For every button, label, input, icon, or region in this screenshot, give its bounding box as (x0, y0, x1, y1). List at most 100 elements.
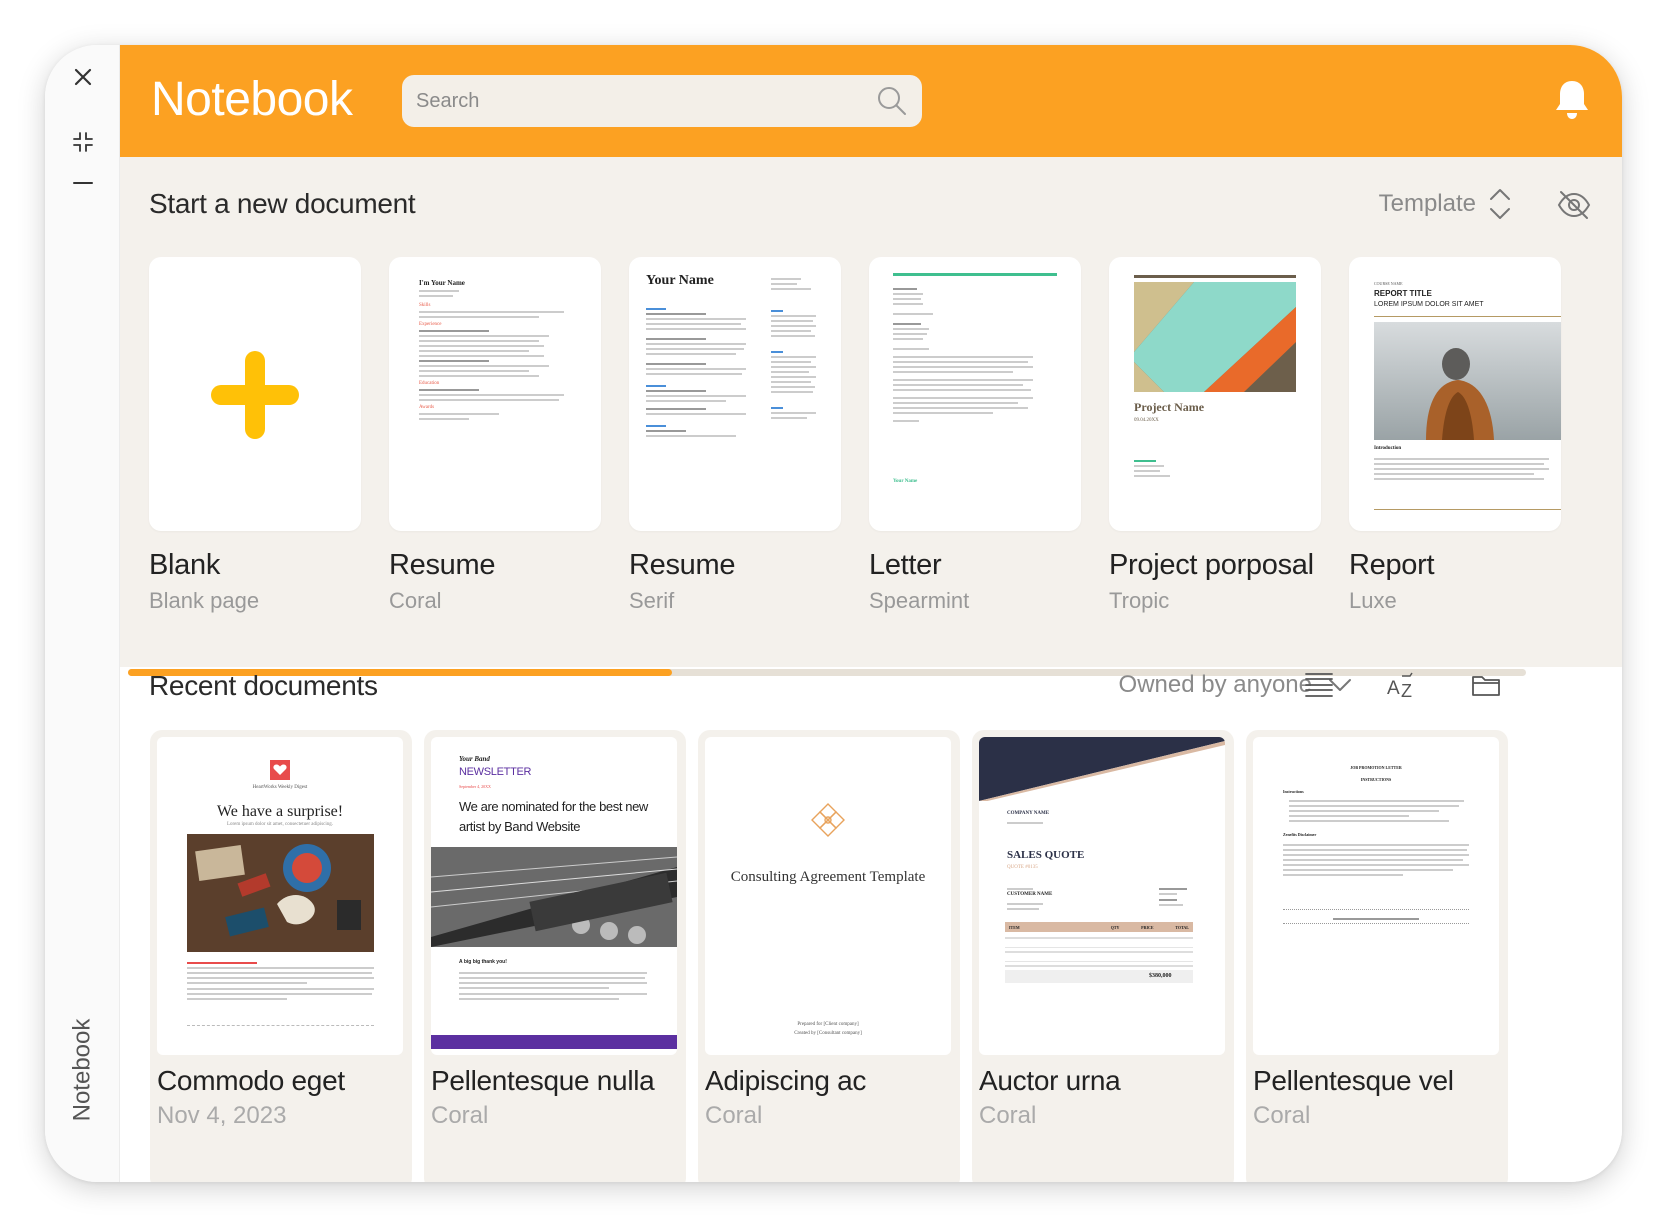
hide-icon[interactable] (1556, 187, 1592, 223)
app-window: Notebook Notebook Start a new document T… (45, 45, 1622, 1182)
rail-app-label: Notebook (68, 1018, 95, 1122)
bell-icon[interactable] (1552, 78, 1592, 122)
letter-section: Instructions (1283, 789, 1304, 794)
template-card-project-tropic[interactable]: Project Name 09.04.20XX Project porposal… (1109, 257, 1321, 614)
quote-column: QTY (1110, 924, 1120, 930)
sort-az-icon[interactable]: A Z (1386, 669, 1418, 701)
document-meta: Coral (705, 1102, 763, 1129)
window-rail: Notebook (45, 45, 120, 1182)
report-kicker: COURSE NAME (1374, 281, 1403, 286)
document-thumbnail: HeartWorks Weekly Digest We have a surpr… (157, 737, 403, 1055)
consulting-created-by: Created by [Consultant company] (794, 1031, 862, 1036)
project-heading: Project Name (1134, 400, 1205, 414)
template-thumbnail: Your Name (869, 257, 1081, 531)
quote-company: COMPANY NAME (1007, 811, 1050, 816)
document-name: Commodo eget (157, 1065, 345, 1096)
quote-total: $380,000 (1149, 973, 1172, 979)
template-name: Report (1349, 549, 1435, 581)
template-thumbnail: Your Name (629, 257, 841, 531)
document-meta: Coral (979, 1102, 1037, 1129)
resume-section: Awards (419, 405, 435, 410)
folder-icon[interactable] (1470, 669, 1502, 701)
quote-header-art (979, 737, 1225, 801)
template-style: Luxe (1349, 588, 1397, 613)
template-select[interactable]: Template (1379, 187, 1512, 221)
owner-filter-label: Owned by anyone (1118, 671, 1312, 698)
main-area: Notebook Start a new document Template (120, 45, 1622, 1182)
heart-logo-icon (270, 760, 290, 780)
svg-text:A: A (1387, 678, 1400, 699)
template-thumbnail: COURSE NAME REPORT TITLE LOREM IPSUM DOL… (1349, 257, 1561, 531)
close-icon[interactable] (63, 57, 103, 97)
template-style: Serif (629, 588, 675, 613)
search-icon[interactable] (876, 85, 908, 117)
template-name: Resume (389, 549, 496, 581)
sort-updown-icon (1490, 189, 1510, 219)
search-box (402, 75, 922, 127)
document-name: Auctor urna (979, 1065, 1121, 1096)
quote-column: PRICE (1141, 924, 1154, 930)
digest-photo (187, 834, 374, 952)
letter-section: Zenefits Disclaimer (1283, 832, 1317, 837)
digest-headline: We have a surprise! (216, 803, 344, 820)
minimize-icon[interactable] (63, 163, 103, 203)
document-name: Pellentesque vel (1253, 1065, 1454, 1096)
svg-text:Z: Z (1401, 681, 1412, 701)
list-view-icon[interactable] (1303, 669, 1335, 701)
report-title: REPORT TITLE (1374, 289, 1432, 298)
quote-number: QUOTE #0135 (1007, 865, 1038, 870)
newsletter-title: NEWSLETTER (459, 766, 532, 778)
digest-brand: HeartWorks Weekly Digest (252, 785, 308, 790)
resume-section: Experience (419, 322, 442, 327)
search-input[interactable] (416, 75, 856, 127)
template-card-letter-spearmint[interactable]: Your Name Letter Spearmint (869, 257, 1081, 614)
recent-document-card[interactable]: COMPANY NAME SALES QUOTE QUOTE #0135 CUS… (972, 730, 1234, 1182)
template-style: Blank page (149, 588, 260, 613)
document-name: Pellentesque nulla (431, 1065, 655, 1096)
template-name: Resume (629, 549, 736, 581)
resume-section: Skills (419, 303, 431, 308)
quote-column: ITEM (1009, 924, 1020, 930)
document-meta: Nov 4, 2023 (157, 1102, 287, 1129)
template-card-report-luxe[interactable]: COURSE NAME REPORT TITLE LOREM IPSUM DOL… (1349, 257, 1561, 614)
report-section: Introduction (1374, 446, 1402, 451)
document-meta: Coral (1253, 1102, 1311, 1129)
recent-document-card[interactable]: Your Band NEWSLETTER September 4, 20XX W… (424, 730, 686, 1182)
consulting-title: Consulting Agreement Template (730, 869, 926, 885)
template-style: Coral (389, 588, 442, 613)
recent-document-card[interactable]: JOB PROMOTION LETTER INSTRUCTIONS Instru… (1246, 730, 1508, 1182)
template-style: Tropic (1109, 588, 1170, 613)
template-thumbnail: I'm Your Name Skills Experience Educatio… (389, 257, 601, 531)
report-cover-photo (1374, 322, 1561, 440)
plus-icon (211, 351, 299, 439)
quote-title: SALES QUOTE (1007, 849, 1085, 861)
template-thumbnail: Project Name 09.04.20XX (1109, 257, 1321, 531)
recent-documents-title: Recent documents (149, 670, 378, 701)
recent-document-card[interactable]: HeartWorks Weekly Digest We have a surpr… (150, 730, 412, 1182)
document-meta: Coral (431, 1102, 489, 1129)
resume-section: Education (419, 381, 440, 386)
quote-customer: CUSTOMER NAME (1007, 892, 1053, 897)
recent-document-card[interactable]: Consulting Agreement Template Prepared f… (698, 730, 960, 1182)
template-thumbnail (149, 257, 361, 531)
quote-table-header: ITEM QTY PRICE TOTAL (1005, 922, 1193, 932)
report-subtitle: LOREM IPSUM DOLOR SIT AMET (1374, 301, 1484, 308)
collapse-icon[interactable] (63, 122, 103, 162)
resume-serif-heading: Your Name (646, 273, 714, 288)
app-title: Notebook (151, 73, 353, 126)
project-cover-art (1134, 282, 1296, 392)
template-name: Letter (869, 549, 942, 581)
newsletter-headline: We are nominated for the best new artist… (459, 799, 648, 834)
document-name: Adipiscing ac (705, 1065, 867, 1096)
quote-column: TOTAL (1175, 924, 1189, 930)
newsletter-date: September 4, 20XX (459, 784, 491, 789)
template-card-resume-serif[interactable]: Your Name Resume Serif (629, 257, 841, 614)
template-style: Spearmint (869, 588, 970, 613)
template-name: Blank (149, 549, 221, 581)
letter-signature: Your Name (893, 479, 918, 484)
template-card-blank[interactable]: Blank Blank page (149, 257, 361, 614)
ornament-icon (811, 803, 845, 837)
template-card-resume-coral[interactable]: I'm Your Name Skills Experience Educatio… (389, 257, 601, 614)
document-thumbnail: JOB PROMOTION LETTER INSTRUCTIONS Instru… (1253, 737, 1499, 1055)
newsletter-band: Your Band (459, 755, 490, 763)
